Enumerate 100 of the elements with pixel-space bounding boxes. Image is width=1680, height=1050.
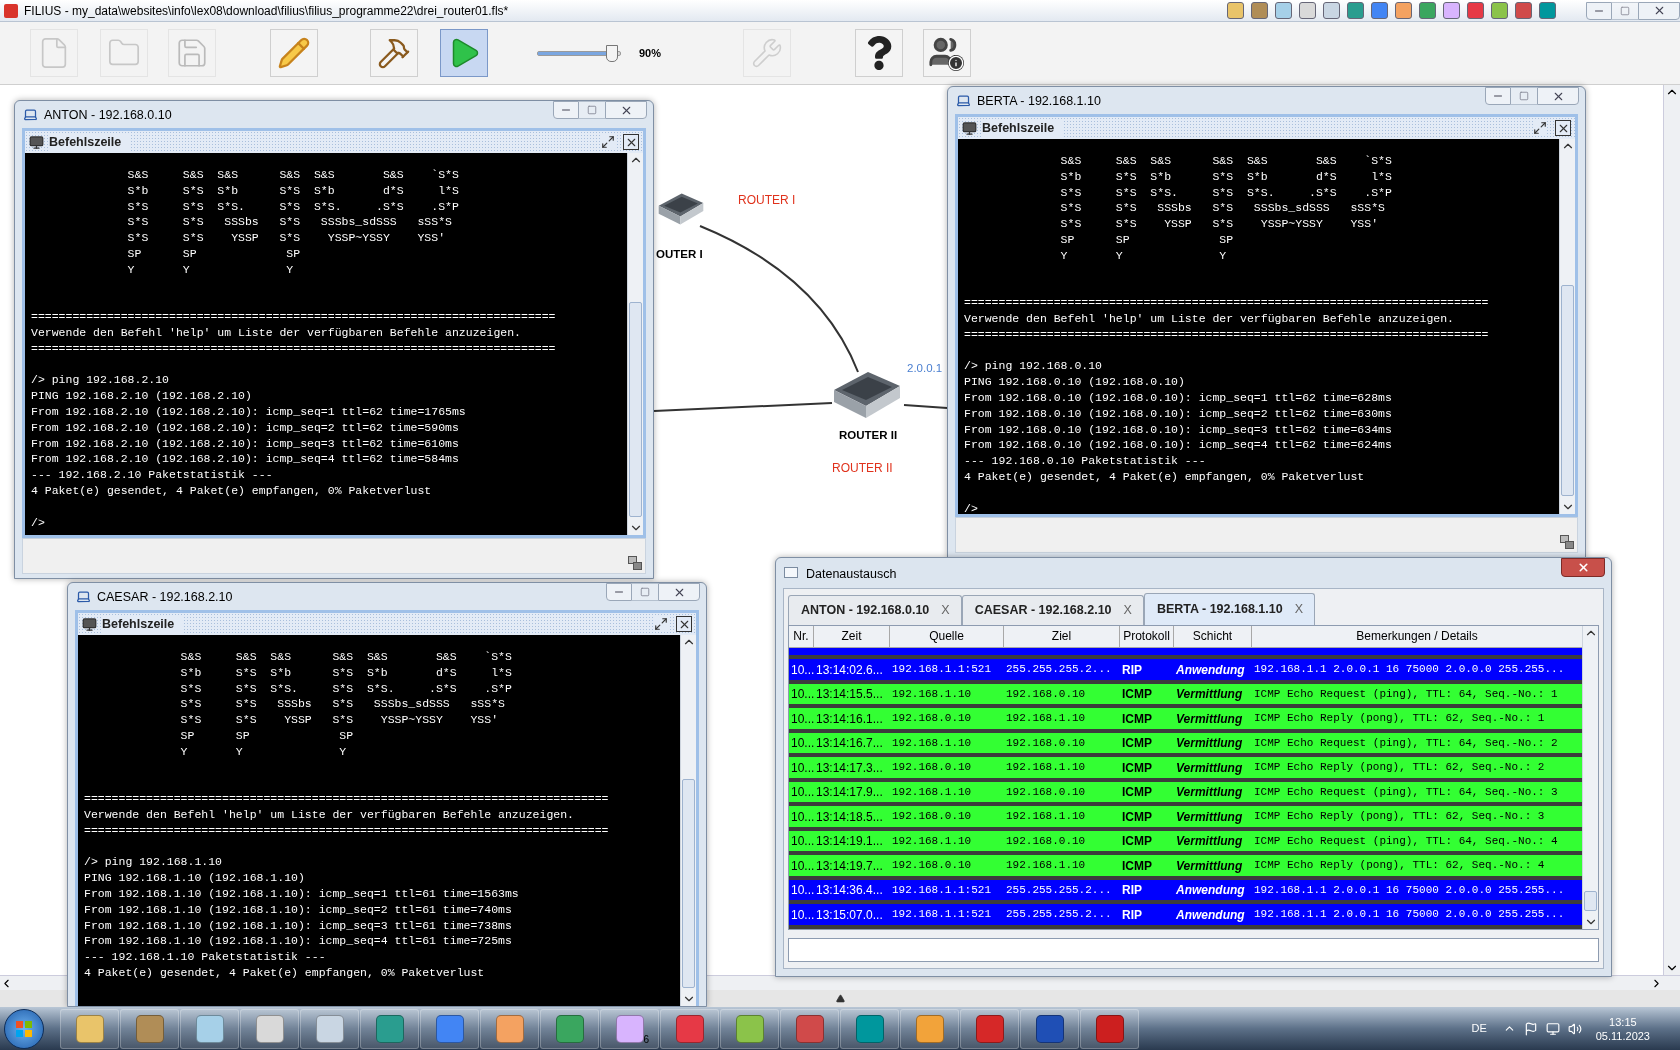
scrollbar[interactable]: [1582, 626, 1598, 929]
restore-icon[interactable]: [601, 135, 615, 149]
table-row[interactable]: 10...13:14:02.6... 192.168.1.1:521 255.255.255.2... RIP Anwendung 192.168.1.1 2.0.0.1 16 75000 2.0.0.0 255.255...: [789, 659, 1582, 684]
table-row[interactable]: 10...13:15:07.0... 192.168.1.1:521 255.255.255.2... RIP Anwendung 192.168.1.1 2.0.0.1 16 75000 2.0.0.0 255.255...: [789, 904, 1582, 929]
quick-launch-icon[interactable]: [1443, 2, 1460, 19]
taskbar-app-button[interactable]: [900, 1008, 959, 1049]
restore-icon[interactable]: [1533, 121, 1547, 135]
table-row[interactable]: 10...13:14:17.3... 192.168.0.10 192.168.1.10 ICMP Vermittlung ICMP Echo Reply (pong), TTL: 62, Seq.-No.: 2: [789, 757, 1582, 782]
tab[interactable]: ANTON - 192.168.0.10 X: [788, 595, 962, 625]
terminal-line: S*b S*S S*b S*S S*b d*S l*S: [126, 182, 459, 199]
taskbar-app-button[interactable]: [780, 1008, 839, 1049]
help-button[interactable]: [855, 29, 904, 77]
scrollbar[interactable]: [1663, 85, 1680, 975]
minimize-button[interactable]: [606, 583, 632, 601]
table-row[interactable]: 10...13:14:18.5... 192.168.0.10 192.168.1.10 ICMP Vermittlung ICMP Echo Reply (pong), TTL: 62, Seq.-No.: 3: [789, 806, 1582, 831]
quick-launch-icon[interactable]: [1539, 2, 1556, 19]
taskbar-app-button[interactable]: [1020, 1008, 1079, 1049]
app-icon: [435, 1014, 464, 1043]
language-indicator[interactable]: DE: [1471, 1020, 1487, 1037]
taskbar-app-button[interactable]: [960, 1008, 1019, 1049]
scrollbar[interactable]: [627, 153, 643, 535]
speaker-icon[interactable]: [1567, 1021, 1582, 1036]
scrollbar-thumb[interactable]: [1584, 891, 1597, 911]
column-header[interactable]: Quelle: [890, 626, 1004, 648]
restore-icon[interactable]: [654, 617, 668, 631]
close-button[interactable]: [1555, 120, 1571, 136]
pencil-button[interactable]: [270, 29, 318, 77]
quick-launch-icon[interactable]: [1323, 2, 1340, 19]
taskbar-app-button[interactable]: [660, 1008, 719, 1049]
quick-launch-icon[interactable]: [1515, 2, 1532, 19]
minimize-button[interactable]: [553, 101, 579, 119]
taskbar-app-button[interactable]: [60, 1008, 119, 1049]
slider-thumb[interactable]: [605, 44, 618, 62]
play-button[interactable]: [440, 29, 488, 77]
taskbar-app-button[interactable]: [180, 1008, 239, 1049]
scrollbar[interactable]: [680, 635, 696, 1006]
taskbar-app-button[interactable]: [840, 1008, 899, 1049]
table-cell-text: ICMP: [1121, 759, 1153, 777]
terminal-line: ============================================================================: [31, 340, 556, 357]
minimize-button[interactable]: [1586, 1, 1612, 20]
table-row[interactable]: 10...13:14:19.7... 192.168.0.10 192.168.1.10 ICMP Vermittlung ICMP Echo Reply (pong), TTL: 62, Seq.-No.: 4: [789, 855, 1582, 880]
taskbar-app-button[interactable]: [480, 1008, 539, 1049]
table-cell-text: 192.168.1.10: [1005, 711, 1087, 727]
quick-launch-icon[interactable]: [1395, 2, 1412, 19]
minimize-button[interactable]: [1485, 87, 1511, 105]
quick-launch-icon[interactable]: [1371, 2, 1388, 19]
window-stack-icon[interactable]: [628, 556, 642, 570]
tab[interactable]: CAESAR - 192.168.2.10 X: [961, 595, 1144, 625]
quick-launch-icon[interactable]: [1275, 2, 1292, 19]
quick-launch-icon[interactable]: [1347, 2, 1364, 19]
clock-time[interactable]: 13:15: [1609, 1014, 1637, 1029]
taskbar-app-button[interactable]: [720, 1008, 779, 1049]
table-row[interactable]: 10...13:14:19.1... 192.168.1.10 192.168.0.10 ICMP Vermittlung ICMP Echo Request (ping), TTL: 64, Seq.-No.: 4: [789, 830, 1582, 856]
clock-date[interactable]: 05.11.2023: [1595, 1028, 1650, 1043]
tab-close-button[interactable]: X: [938, 601, 953, 620]
tab-close-button[interactable]: X: [1291, 600, 1306, 619]
info-button[interactable]: [923, 29, 972, 77]
quick-launch-icon[interactable]: [1227, 2, 1244, 19]
column-header[interactable]: Ziel: [1004, 626, 1120, 648]
close-button[interactable]: [623, 134, 639, 150]
taskbar-app-button[interactable]: 6: [600, 1008, 659, 1049]
taskbar-app-button[interactable]: [360, 1008, 419, 1049]
column-header[interactable]: Protokoll: [1120, 626, 1174, 648]
column-header[interactable]: Nr.: [789, 626, 814, 648]
scrollbar[interactable]: [1559, 139, 1575, 514]
table-row[interactable]: 10...13:14:17.9... 192.168.1.10 192.168.0.10 ICMP Vermittlung ICMP Echo Request (ping), TTL: 64, Seq.-No.: 3: [789, 781, 1582, 807]
column-header[interactable]: Schicht: [1174, 626, 1252, 648]
column-header[interactable]: Zeit: [814, 626, 890, 648]
scrollbar-thumb[interactable]: [629, 301, 642, 517]
table-row[interactable]: 10...13:14:36.4... 192.168.1.1:521 255.255.255.2... RIP Anwendung 192.168.1.1 2.0.0.1 16 75000 2.0.0.0 255.255...: [789, 879, 1582, 905]
quick-launch-icon[interactable]: [1419, 2, 1436, 19]
table-cell-text: 13:14:16.7...: [815, 735, 884, 753]
taskbar-app-button[interactable]: [300, 1008, 359, 1049]
quick-launch-icon[interactable]: [1467, 2, 1484, 19]
tab[interactable]: BERTA - 192.168.1.10 X: [1143, 593, 1315, 625]
table-cell-text: 192.168.1.10: [1005, 760, 1087, 776]
table-row[interactable]: 10...13:14:16.7... 192.168.1.10 192.168.0.10 ICMP Vermittlung ICMP Echo Request (ping), TTL: 64, Seq.-No.: 2: [789, 732, 1582, 758]
tab-close-button[interactable]: X: [1120, 601, 1135, 620]
input-field[interactable]: [788, 938, 1599, 962]
flag-icon[interactable]: [1523, 1021, 1538, 1036]
quick-launch-icon[interactable]: [1251, 2, 1268, 19]
expand-arrow-icon[interactable]: [835, 994, 845, 1003]
scrollbar-thumb[interactable]: [1561, 284, 1574, 496]
taskbar-app-button[interactable]: [240, 1008, 299, 1049]
scrollbar-thumb[interactable]: [682, 779, 695, 988]
close-button[interactable]: [1561, 558, 1605, 577]
table-row[interactable]: 10...13:14:16.1... 192.168.0.10 192.168.1.10 ICMP Vermittlung ICMP Echo Reply (pong), TTL: 62, Seq.-No.: 1: [789, 708, 1582, 733]
table-row[interactable]: 10...13:14:15.5... 192.168.1.10 192.168.0.10 ICMP Vermittlung ICMP Echo Request (ping), TTL: 64, Seq.-No.: 1: [789, 683, 1582, 709]
close-button[interactable]: [676, 616, 692, 632]
taskbar-app-button[interactable]: [420, 1008, 479, 1049]
quick-launch-icon[interactable]: [1491, 2, 1508, 19]
start-button[interactable]: [4, 1008, 44, 1049]
taskbar-app-button[interactable]: [1080, 1008, 1139, 1049]
window-stack-icon[interactable]: [1560, 535, 1574, 549]
hammer-button[interactable]: [370, 29, 418, 77]
taskbar-app-button[interactable]: [540, 1008, 599, 1049]
column-header[interactable]: Bemerkungen / Details: [1252, 626, 1582, 648]
quick-launch-icon[interactable]: [1299, 2, 1316, 19]
terminal-line: SP SP SP: [1059, 232, 1234, 248]
taskbar-app-button[interactable]: [120, 1008, 179, 1049]
